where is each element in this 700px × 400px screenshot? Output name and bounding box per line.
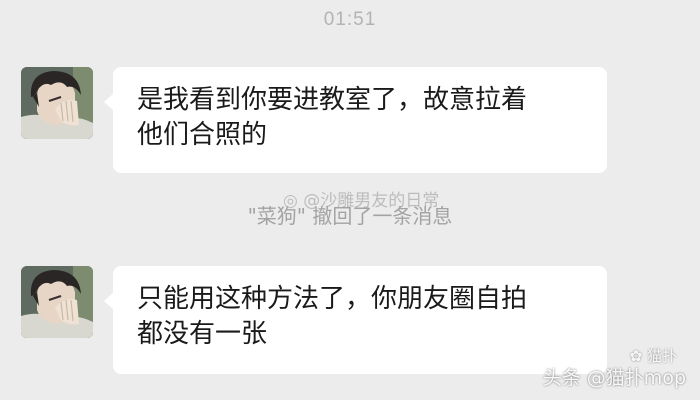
anime-boy-avatar-icon [21,266,93,338]
message-text-line: 只能用这种方法了，你朋友圈自拍 [137,284,528,314]
message-bubble[interactable]: 是我看到你要进教室了，故意拉着 他们合照的 [104,67,607,173]
message-text-line: 他们合照的 [137,120,268,150]
message-text-line: 都没有一张 [137,319,268,349]
sender-avatar[interactable] [21,67,93,139]
anime-boy-avatar-icon [21,67,93,139]
sender-avatar[interactable] [21,266,93,338]
message-text-line: 是我看到你要进教室了，故意拉着 [137,85,528,115]
chat-timestamp: 01:51 [323,9,377,30]
watermark-toutiao: 头条 @猫扑mop [542,367,686,389]
message-bubble[interactable]: 只能用这种方法了，你朋友圈自拍 都没有一张 [104,266,607,374]
recall-notice: "菜狗" 撤回了一条消息 [247,204,453,228]
